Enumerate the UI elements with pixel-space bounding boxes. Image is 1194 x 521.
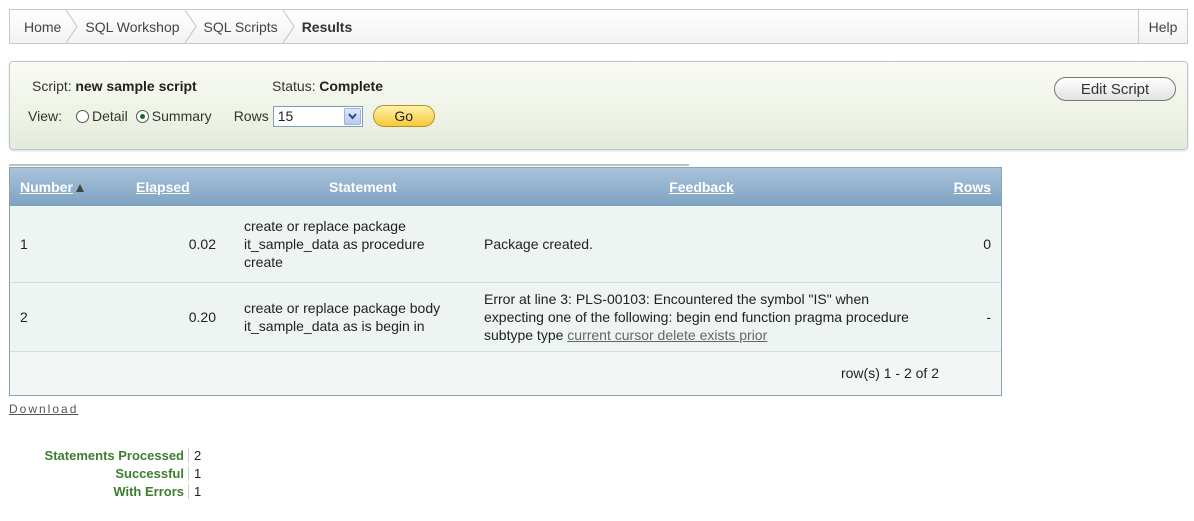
- breadcrumb-item-current: Results: [302, 10, 355, 43]
- breadcrumb-item-home[interactable]: Home: [10, 10, 85, 43]
- chevron-right-icon: [184, 10, 197, 43]
- radio-detail-label[interactable]: Detail: [92, 108, 128, 124]
- pagination-text: row(s) 1 - 2 of 2: [840, 365, 939, 382]
- cell-statement: create or replace package it_sample_data…: [244, 217, 425, 270]
- stat-value: 2: [188, 447, 201, 463]
- breadcrumb-label[interactable]: SQL Scripts: [204, 19, 280, 35]
- script-info-panel: Script: new sample script Status: Comple…: [9, 61, 1188, 150]
- stat-value: 1: [188, 465, 201, 481]
- radio-detail[interactable]: [75, 109, 89, 123]
- divider: [9, 164, 689, 166]
- sort-ascending-icon: [75, 184, 84, 193]
- stat-row: Successful 1: [9, 464, 201, 482]
- rows-select-value: 15: [277, 108, 294, 124]
- column-header-feedback-link[interactable]: Feedback: [669, 179, 734, 195]
- column-header-feedback[interactable]: Feedback: [472, 168, 931, 206]
- column-header-number-link[interactable]: Number: [20, 179, 73, 195]
- cell-rows: 0: [983, 235, 991, 252]
- results-report: Number Elapsed Statement Feedback Rows 1…: [9, 167, 1002, 396]
- cell-elapsed: 0.20: [188, 308, 216, 325]
- stat-label: With Errors: [113, 483, 184, 499]
- feedback-text: Package created.: [484, 235, 593, 252]
- breadcrumb-label[interactable]: Home: [10, 19, 63, 35]
- go-button[interactable]: Go: [372, 105, 435, 127]
- stat-label: Statements Processed: [44, 447, 184, 463]
- table-row: 2 0.20 create or replace package body it…: [10, 282, 1001, 351]
- chevron-right-icon: [282, 10, 295, 43]
- breadcrumb: Home SQL Workshop SQL Scripts Results He…: [9, 9, 1188, 44]
- breadcrumb-current-label: Results: [301, 18, 353, 35]
- cell-number: 2: [20, 308, 28, 325]
- column-header-rows-link[interactable]: Rows: [954, 179, 991, 195]
- rows-group: Rows 15 Go: [234, 105, 435, 127]
- results-table: Number Elapsed Statement Feedback Rows 1…: [10, 168, 1001, 395]
- help-link[interactable]: Help: [1138, 10, 1187, 43]
- radio-summary[interactable]: [135, 109, 149, 123]
- column-header-number[interactable]: Number: [10, 168, 126, 206]
- view-controls: View: Detail Summary Rows 15 Go: [28, 104, 435, 128]
- pagination-row: row(s) 1 - 2 of 2: [10, 351, 1001, 395]
- radio-summary-label[interactable]: Summary: [152, 108, 212, 124]
- breadcrumb-label[interactable]: SQL Workshop: [85, 19, 181, 35]
- column-header-elapsed[interactable]: Elapsed: [126, 168, 234, 206]
- download-link[interactable]: Download: [9, 402, 78, 416]
- chevron-down-icon[interactable]: [343, 107, 361, 125]
- column-header-statement: Statement: [329, 179, 397, 195]
- cell-elapsed: 0.02: [188, 235, 216, 252]
- breadcrumb-item-sql-scripts[interactable]: SQL Scripts: [204, 10, 302, 43]
- cell-rows: -: [986, 308, 991, 325]
- cell-statement: create or replace package body it_sample…: [244, 299, 441, 334]
- cell-feedback: Error at line 3: PLS-00103: Encountered …: [472, 282, 931, 351]
- stat-row: Statements Processed 2: [9, 446, 201, 464]
- stat-value: 1: [188, 483, 201, 499]
- feedback-link[interactable]: current cursor delete exists prior: [567, 327, 767, 343]
- breadcrumb-item-sql-workshop[interactable]: SQL Workshop: [85, 10, 203, 43]
- cell-feedback: Package created.: [472, 206, 931, 282]
- edit-script-button[interactable]: Edit Script: [1054, 77, 1176, 101]
- stat-row: With Errors 1: [9, 482, 201, 500]
- table-header-row: Number Elapsed Statement Feedback Rows: [10, 168, 1001, 206]
- script-name: new sample script: [75, 78, 197, 94]
- rows-select[interactable]: 15: [272, 105, 363, 127]
- table-row: 1 0.02 create or replace package it_samp…: [10, 206, 1001, 282]
- cell-number: 1: [20, 235, 28, 252]
- stat-label: Successful: [115, 465, 184, 481]
- chevron-right-icon: [65, 10, 78, 43]
- status-label: Status:: [272, 78, 316, 94]
- statement-stats: Statements Processed 2 Successful 1 With…: [9, 446, 201, 500]
- script-info-row: Script: new sample script Status: Comple…: [32, 78, 383, 94]
- column-header-elapsed-link[interactable]: Elapsed: [136, 179, 190, 195]
- view-label: View:: [28, 108, 62, 124]
- status-value: Complete: [319, 78, 384, 94]
- column-header-rows[interactable]: Rows: [931, 168, 1001, 206]
- script-label: Script:: [32, 78, 72, 94]
- rows-label: Rows: [233, 108, 269, 124]
